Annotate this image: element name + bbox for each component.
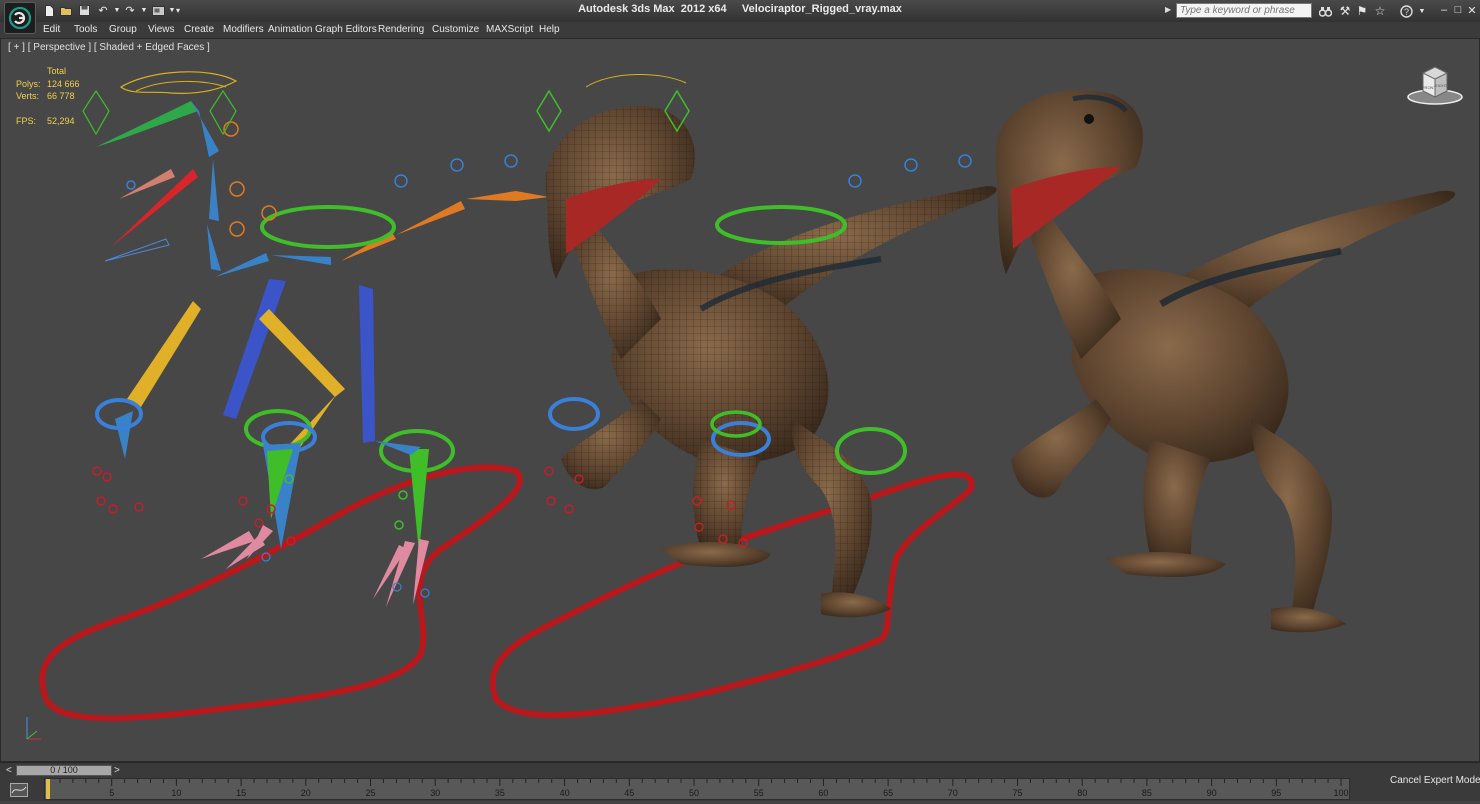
viewcube-icon[interactable]: FRONT RIGHT [1405,63,1465,107]
time-slider[interactable]: 0 / 100 [16,765,112,776]
frame-tick-label: 20 [301,788,311,798]
subscription-center-icon[interactable]: ⚒ [1337,3,1353,19]
menu-create[interactable]: Create [184,24,214,35]
cancel-expert-mode-button[interactable]: Cancel Expert Mode [1390,775,1480,786]
3ds-max-logo-icon[interactable] [4,2,36,34]
binoculars-icon[interactable] [1317,3,1333,19]
dropdown-arrow-icon[interactable]: ▼ [137,3,151,18]
frame-tick-label: 70 [948,788,958,798]
menu-group[interactable]: Group [109,24,137,35]
perspective-viewport[interactable]: [ + ] [ Perspective ] [ Shaded + Edged F… [0,38,1480,762]
menu-help[interactable]: Help [539,24,560,35]
new-file-icon[interactable] [42,3,56,18]
stats-verts-label: Verts: [16,91,40,101]
viewport-label[interactable]: [ + ] [ Perspective ] [ Shaded + Edged F… [8,42,210,53]
open-file-icon[interactable] [59,3,73,18]
frame-tick-label: 95 [1271,788,1281,798]
frame-tick-label: 35 [495,788,505,798]
viewport-statistics: Total Polys: 124 666 Verts: 66 778 FPS: 52,… [16,65,106,128]
raptor-rendered-model[interactable] [995,90,1456,633]
frame-tick-label: 100 [1333,788,1348,798]
scene-render[interactable] [1,39,1479,761]
menu-views[interactable]: Views [148,24,175,35]
frame-tick-label: 30 [430,788,440,798]
maximize-icon[interactable]: □ [1451,2,1465,18]
stats-fps-label: FPS: [16,116,37,126]
viewcube-right-label: RIGHT [1435,83,1448,88]
previous-frame-button[interactable]: < [6,765,12,776]
frame-tick-label: 15 [236,788,246,798]
undo-icon[interactable]: ↶ [96,3,110,18]
communication-center-icon[interactable]: ⚑ [1354,3,1370,19]
menu-modifiers[interactable]: Modifiers [223,24,264,35]
frame-tick-label: 65 [883,788,893,798]
title-bar: Autodesk 3ds Max 2012 x64 Velociraptor_R… [0,0,1480,23]
frame-tick-label: 45 [624,788,634,798]
frame-tick-label: 75 [1012,788,1022,798]
menu-rendering[interactable]: Rendering [378,24,424,35]
save-icon[interactable] [77,3,91,18]
customize-quick-access-icon[interactable]: ▾ [171,3,185,18]
menu-bar: Edit Tools Group Views Create Modifiers … [0,22,1480,39]
stats-polys-value: 124 666 [47,78,80,89]
frame-tick-label: 10 [171,788,181,798]
close-icon[interactable]: ✕ [1465,2,1479,18]
time-slider-value: 0 / 100 [50,765,78,775]
timeline-bar: < 0 / 100 > 5 10 15 20 25 30 35 40 45 50 55 60 65 70 7… [0,762,1480,801]
track-bar-ticks: 5 10 15 20 25 30 35 40 45 50 55 60 65 70 75 80 85 90 95 100 [46,779,1349,799]
axis-tripod-icon [26,717,41,740]
frame-tick-label: 5 [109,788,114,798]
stats-verts-value: 66 778 [47,91,75,101]
menu-edit[interactable]: Edit [43,24,60,35]
frame-tick-label: 60 [818,788,828,798]
frame-tick-label: 25 [365,788,375,798]
frame-tick-label: 50 [689,788,699,798]
current-frame-marker[interactable] [46,779,50,799]
next-frame-button[interactable]: > [114,765,120,776]
frame-tick-label: 40 [560,788,570,798]
mini-curve-editor-icon[interactable] [10,783,28,797]
help-dropdown-icon[interactable]: ▼ [1414,3,1430,19]
dropdown-arrow-icon[interactable]: ▼ [110,3,124,18]
minimize-icon[interactable]: – [1437,2,1451,18]
project-folder-icon[interactable] [151,3,165,18]
bone-rig[interactable] [39,71,549,722]
frame-tick-label: 90 [1207,788,1217,798]
menu-tools[interactable]: Tools [74,24,97,35]
redo-icon[interactable]: ↷ [123,3,137,18]
frame-tick-label: 80 [1077,788,1087,798]
raptor-wireframe-model[interactable] [489,73,997,719]
track-bar[interactable]: 5 10 15 20 25 30 35 40 45 50 55 60 65 70 75 80 85 90 95 100 [44,778,1350,800]
stats-fps-value: 52,294 [47,116,75,126]
frame-tick-label: 55 [754,788,764,798]
menu-maxscript[interactable]: MAXScript [486,24,533,35]
stats-total-label: Total [47,66,67,76]
frame-tick-label: 85 [1142,788,1152,798]
favorites-star-icon[interactable]: ☆ [1372,3,1388,19]
svg-text:?: ? [1403,7,1408,17]
help-icon[interactable]: ? [1398,3,1414,19]
search-expand-icon[interactable]: ▶ [1165,5,1171,14]
search-input[interactable] [1176,3,1312,18]
stats-polys-label: Polys: [16,78,41,89]
menu-customize[interactable]: Customize [432,24,479,35]
menu-graph-editors[interactable]: Graph Editors [315,24,377,35]
menu-animation[interactable]: Animation [268,24,312,35]
